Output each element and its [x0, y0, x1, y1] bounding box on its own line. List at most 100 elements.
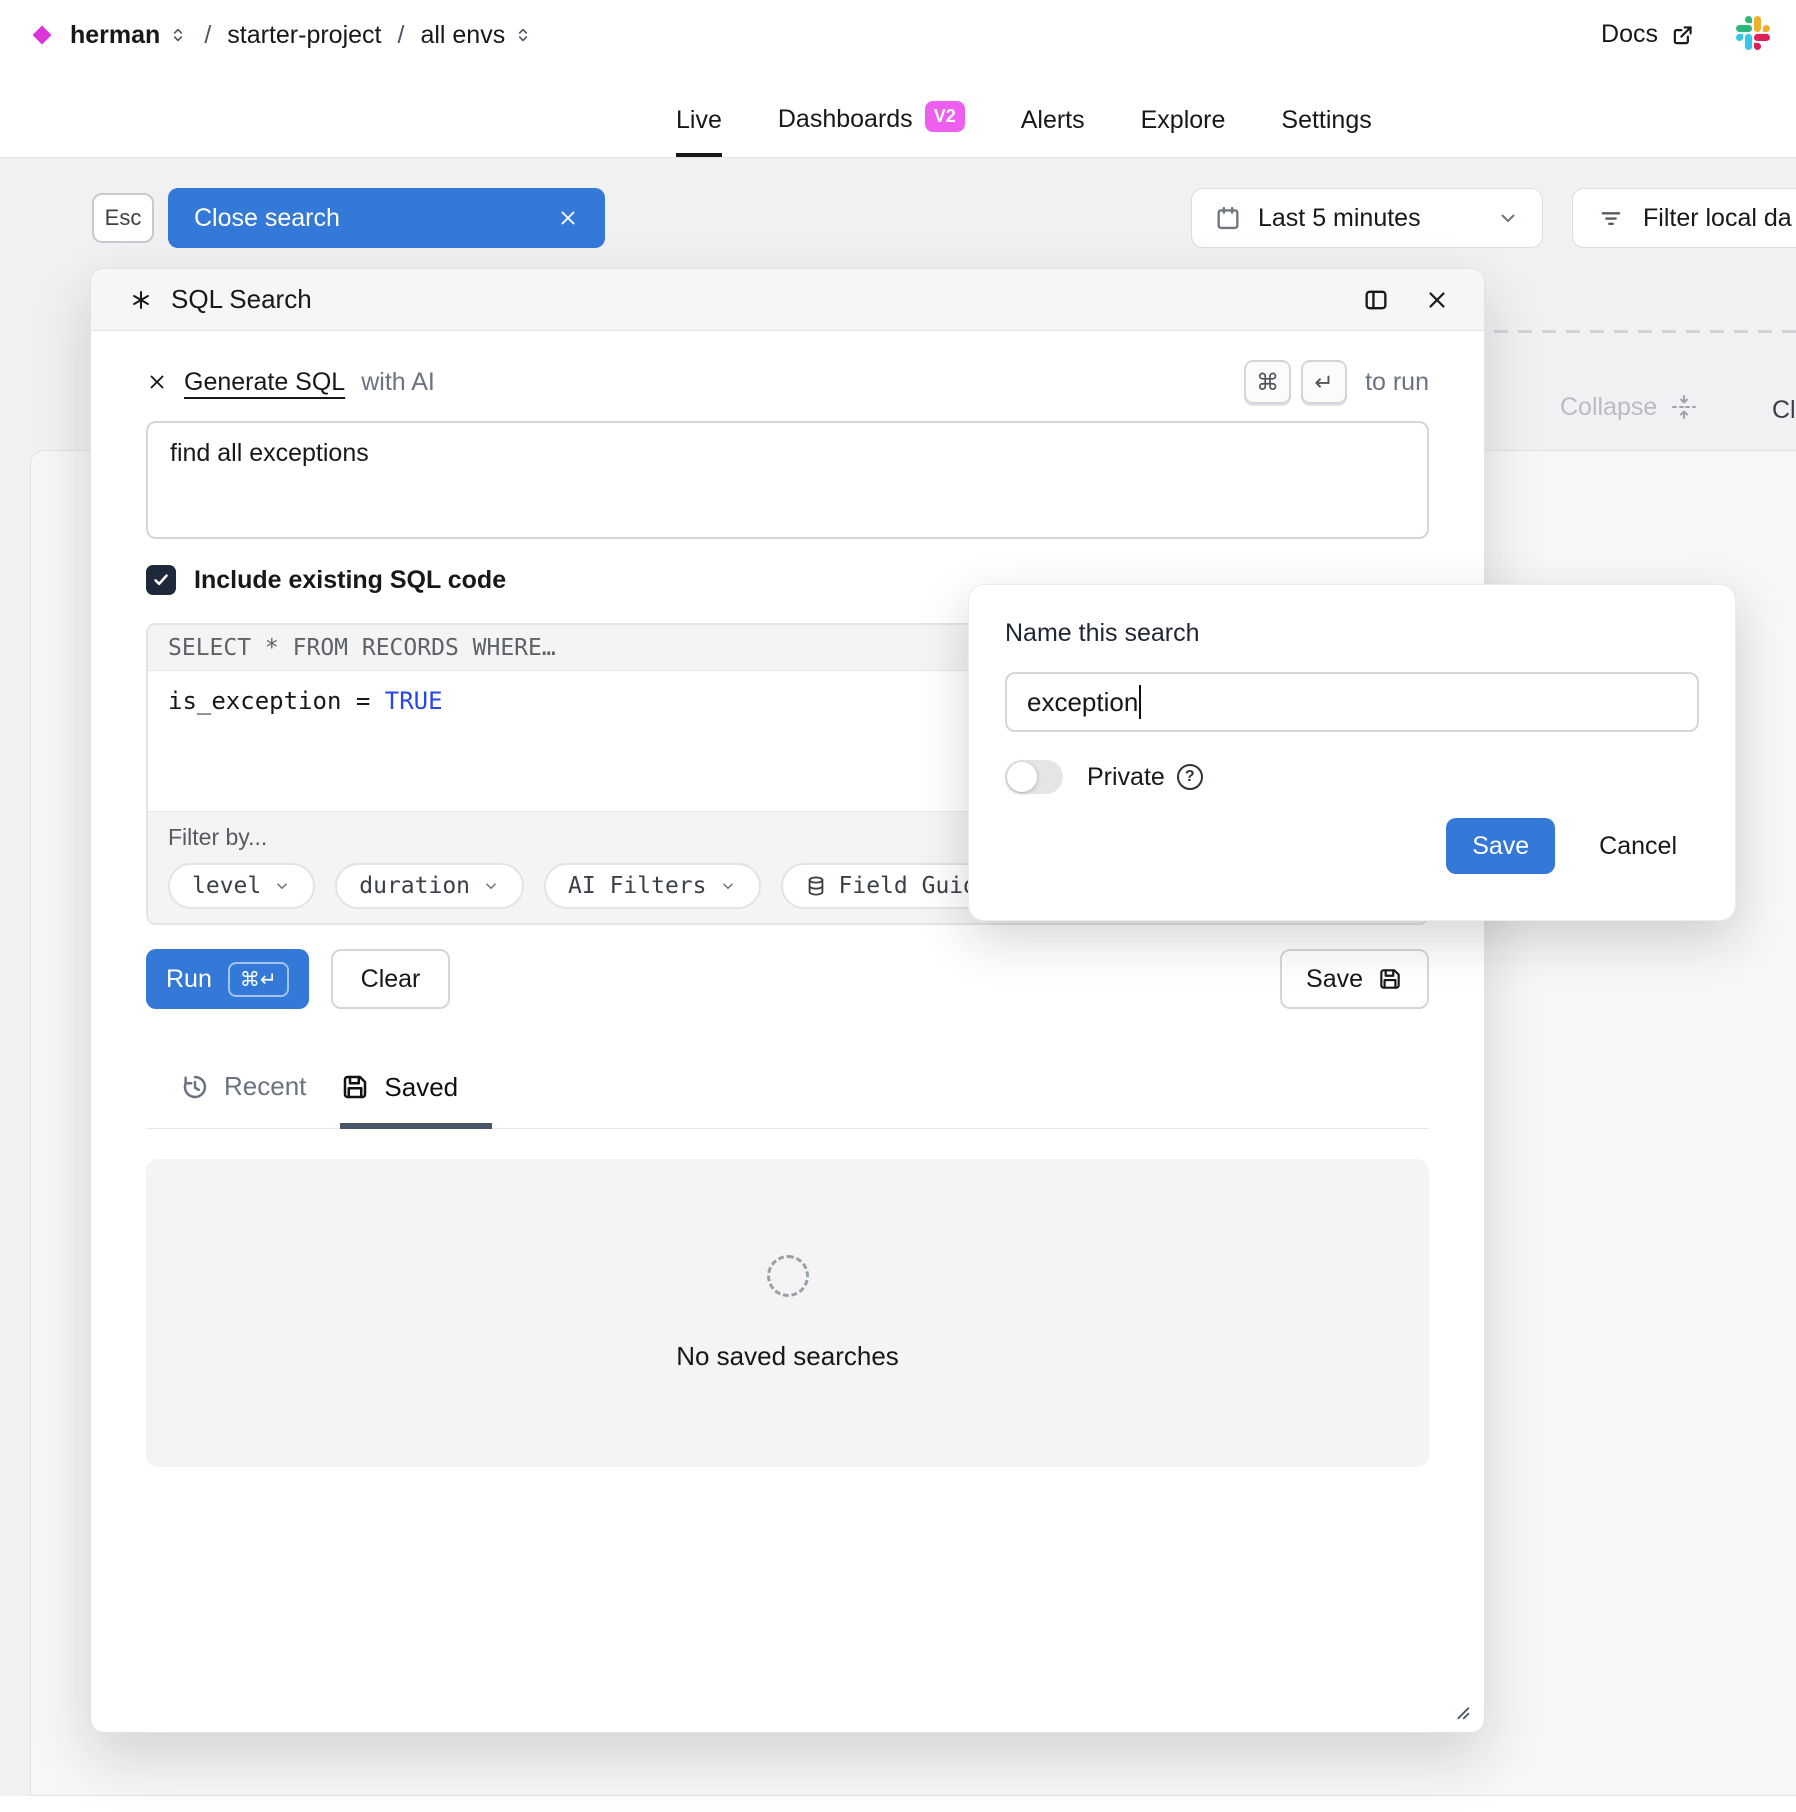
collapse-label: Collapse	[1560, 393, 1657, 422]
close-icon[interactable]	[1424, 287, 1450, 313]
docs-link[interactable]: Docs	[1601, 20, 1696, 49]
nav-tab-dashboards[interactable]: Dashboards V2	[778, 104, 965, 157]
breadcrumb-org-selector[interactable]: herman	[70, 21, 188, 50]
close-search-button[interactable]: Close search	[168, 188, 605, 248]
nav-tab-live[interactable]: Live	[676, 106, 722, 157]
dialog-actions: Save Cancel	[1005, 818, 1699, 874]
app-root: herman / starter-project / all envs Docs	[0, 0, 1796, 1812]
dialog-save-label: Save	[1472, 832, 1529, 861]
generate-sql-link[interactable]: Generate SQL	[184, 368, 345, 397]
nav-tab-label: Explore	[1141, 106, 1226, 135]
slack-icon[interactable]	[1736, 16, 1770, 50]
empty-state-text: No saved searches	[676, 1341, 899, 1372]
sparkle-asterisk-icon	[129, 288, 153, 312]
time-range-dropdown[interactable]: Last 5 minutes	[1191, 188, 1543, 248]
esc-key-hint: Esc	[92, 193, 154, 243]
breadcrumb-project[interactable]: starter-project	[227, 21, 381, 50]
private-label: Private	[1087, 763, 1165, 792]
breadcrumb-switch-icon	[168, 23, 188, 47]
collapse-control[interactable]: Collapse	[1560, 392, 1699, 422]
nav-tab-label: Settings	[1281, 106, 1371, 135]
saved-searches-empty-state: No saved searches	[146, 1159, 1429, 1467]
private-label-group: Private ?	[1087, 763, 1203, 792]
toggle-knob	[1007, 762, 1037, 792]
private-toggle-row: Private ?	[1005, 760, 1699, 794]
clear-label: Clear	[361, 965, 421, 994]
dialog-title: Name this search	[1005, 619, 1699, 648]
text-cursor	[1139, 685, 1141, 719]
chevron-down-icon	[719, 877, 737, 895]
filter-lines-icon	[1597, 204, 1625, 232]
chip-label: duration	[359, 873, 470, 899]
clear-button[interactable]: Clear	[331, 949, 451, 1009]
env-name: all envs	[420, 21, 505, 50]
nav-tab-label: Live	[676, 106, 722, 135]
side-panel-icon[interactable]	[1362, 286, 1390, 314]
dialog-cancel-button[interactable]: Cancel	[1599, 832, 1677, 861]
help-icon[interactable]: ?	[1177, 764, 1203, 790]
save-label: Save	[1306, 965, 1363, 994]
main-nav: Live Dashboards V2 Alerts Explore Settin…	[676, 104, 1372, 157]
tab-recent-label: Recent	[224, 1071, 306, 1102]
filter-local-button[interactable]: Filter local da	[1572, 188, 1796, 248]
nav-tab-label: Dashboards	[778, 105, 913, 134]
generate-sql-row: Generate SQL with AI ⌘ ↵ to run	[146, 359, 1429, 405]
breadcrumb-separator: /	[204, 21, 211, 50]
clipped-column-text: Cl	[1772, 396, 1796, 425]
include-sql-checkbox[interactable]	[146, 565, 176, 595]
esc-label: Esc	[105, 205, 142, 231]
save-search-button[interactable]: Save	[1280, 949, 1429, 1009]
docs-label: Docs	[1601, 20, 1658, 49]
chevron-down-icon	[1496, 206, 1520, 230]
breadcrumb: herman / starter-project / all envs	[30, 12, 533, 58]
modal-header-icons	[1362, 286, 1450, 314]
close-icon[interactable]	[146, 371, 168, 393]
run-shortcut-hint: ⌘ ↵ to run	[1244, 360, 1429, 404]
close-icon[interactable]	[557, 207, 579, 229]
generate-sql-suffix: with AI	[361, 368, 435, 397]
to-run-label: to run	[1365, 368, 1429, 397]
breadcrumb-separator: /	[397, 21, 404, 50]
dialog-save-button[interactable]: Save	[1446, 818, 1555, 874]
chip-duration[interactable]: duration	[335, 863, 524, 909]
org-name: herman	[70, 21, 160, 50]
chip-label: level	[192, 873, 261, 899]
tab-recent[interactable]: Recent	[180, 1065, 306, 1128]
sql-code-keyword: TRUE	[385, 687, 443, 715]
chevron-down-icon	[482, 877, 500, 895]
app-bar: herman / starter-project / all envs Docs	[0, 0, 1796, 158]
modal-title: SQL Search	[171, 284, 312, 315]
breadcrumb-env-selector[interactable]: all envs	[420, 21, 533, 50]
v2-badge: V2	[925, 101, 965, 132]
search-name-input[interactable]: exception	[1005, 672, 1699, 732]
tab-saved[interactable]: Saved	[340, 1065, 492, 1129]
return-key: ↵	[1301, 360, 1347, 404]
name-search-dialog: Name this search exception Private ? Sav…	[968, 584, 1736, 921]
nav-tab-settings[interactable]: Settings	[1281, 106, 1371, 157]
external-link-icon	[1670, 22, 1696, 48]
save-floppy-icon	[340, 1072, 370, 1102]
chip-level[interactable]: level	[168, 863, 315, 909]
history-icon	[180, 1072, 210, 1102]
private-toggle[interactable]	[1005, 760, 1063, 794]
breadcrumb-switch-icon	[513, 23, 533, 47]
editor-actions-row: Run ⌘↵ Clear Save	[146, 949, 1429, 1009]
chip-label: AI Filters	[568, 873, 706, 899]
nav-tab-label: Alerts	[1021, 106, 1085, 135]
run-button[interactable]: Run ⌘↵	[146, 949, 309, 1009]
database-icon	[805, 875, 827, 897]
page-bottom-strip	[0, 1796, 1796, 1812]
close-search-label: Close search	[194, 204, 340, 233]
table-dashed-separator	[1494, 330, 1796, 333]
nav-tab-explore[interactable]: Explore	[1141, 106, 1226, 157]
ai-prompt-input[interactable]: find all exceptions	[146, 421, 1429, 539]
nav-tab-alerts[interactable]: Alerts	[1021, 106, 1085, 157]
search-lists-tabs: Recent Saved	[146, 1065, 1429, 1129]
run-shortcut-badge: ⌘↵	[228, 962, 289, 997]
resize-handle-icon[interactable]	[1450, 1700, 1472, 1722]
chip-ai-filters[interactable]: AI Filters	[544, 863, 760, 909]
ai-prompt-value: find all exceptions	[170, 439, 369, 467]
save-floppy-icon	[1377, 966, 1403, 992]
include-sql-label: Include existing SQL code	[194, 566, 506, 595]
run-label: Run	[166, 965, 212, 994]
